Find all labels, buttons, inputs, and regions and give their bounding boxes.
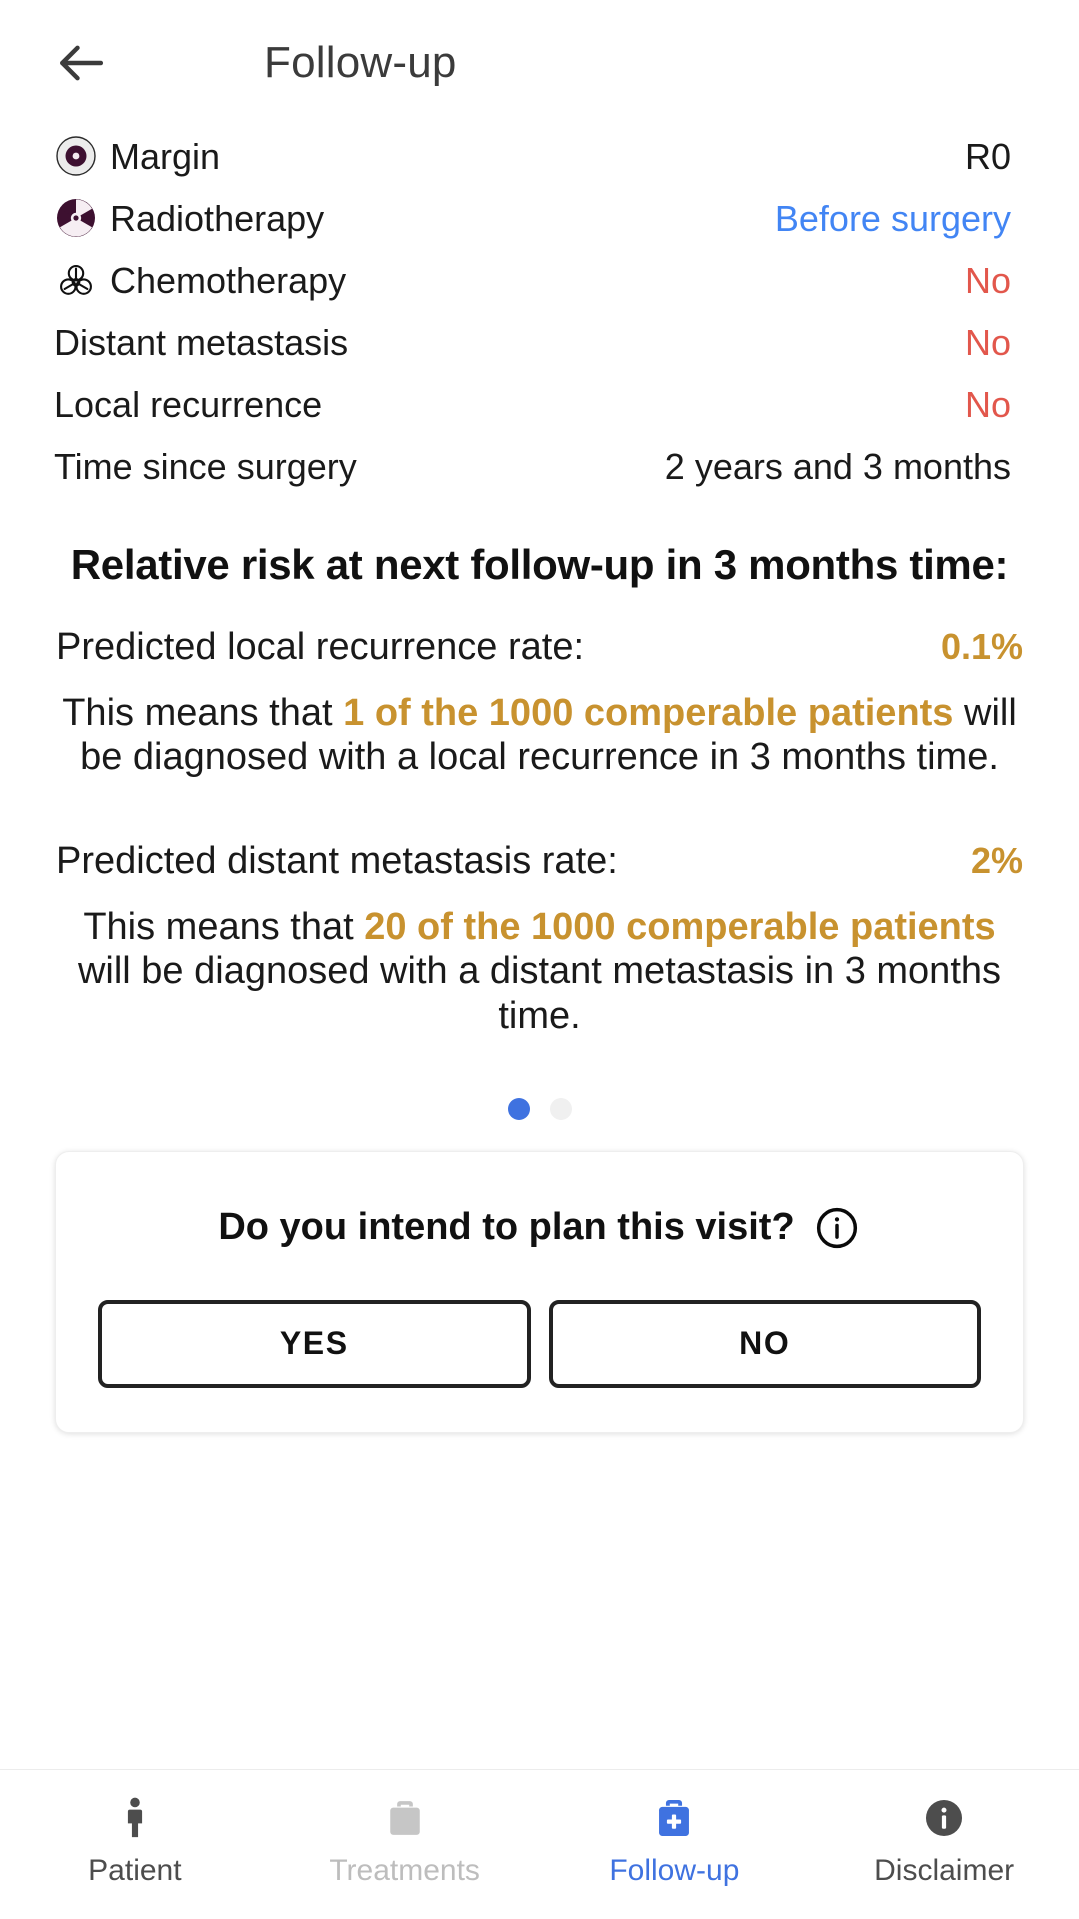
page-dot-2[interactable]	[549, 1097, 572, 1120]
nav-label: Patient	[88, 1854, 182, 1887]
info-row-time-since-surgery: Time since surgery 2 years and 3 months	[54, 435, 1011, 497]
nav-item-follow-up[interactable]: Follow-up	[540, 1792, 810, 1886]
explanation-highlight: 1 of the 1000 comperable patients	[343, 691, 954, 734]
briefcase-icon	[379, 1792, 431, 1844]
prediction-title: Predicted distant metastasis rate:	[56, 839, 618, 882]
prediction-explanation: This means that 1 of the 1000 comperable…	[56, 691, 1023, 780]
page-title: Follow-up	[264, 37, 457, 87]
info-circle-filled-icon	[918, 1792, 970, 1844]
bottom-navigation: Patient Treatments Follow-up Disclaimer	[0, 1769, 1079, 1919]
explanation-suffix: will be diagnosed with a distant metasta…	[77, 950, 1002, 1037]
no-button[interactable]: NO	[548, 1299, 981, 1388]
layout-spacer	[0, 1433, 1079, 1769]
nav-item-treatments[interactable]: Treatments	[270, 1792, 540, 1886]
info-value: No	[964, 321, 1011, 363]
plan-visit-question: Do you intend to plan this visit?	[218, 1206, 795, 1249]
page-indicator	[0, 1097, 1079, 1120]
prediction-explanation: This means that 20 of the 1000 comperabl…	[56, 905, 1023, 1038]
yes-button[interactable]: YES	[98, 1299, 531, 1388]
nav-label: Follow-up	[609, 1854, 740, 1887]
nav-label: Disclaimer	[874, 1854, 1015, 1887]
biohazard-icon	[54, 258, 98, 302]
plan-visit-question-row: Do you intend to plan this visit?	[98, 1204, 981, 1252]
nav-item-disclaimer[interactable]: Disclaimer	[809, 1792, 1079, 1886]
info-row-chemotherapy: Chemotherapy No	[54, 249, 1011, 311]
info-row-left: Time since surgery	[54, 444, 357, 489]
prediction-block-local-recurrence: Predicted local recurrence rate: 0.1% Th…	[0, 626, 1079, 780]
info-value: No	[964, 259, 1011, 301]
prediction-title: Predicted local recurrence rate:	[56, 625, 585, 668]
person-icon	[109, 1792, 161, 1844]
app-bar: Follow-up	[0, 0, 1079, 125]
medical-bag-icon	[648, 1792, 700, 1844]
nav-label: Treatments	[329, 1854, 480, 1887]
info-row-left: Radiotherapy	[54, 196, 324, 241]
info-row-left: Distant metastasis	[54, 320, 348, 365]
info-value: No	[964, 383, 1011, 425]
prediction-block-distant-metastasis: Predicted distant metastasis rate: 2% Th…	[0, 840, 1079, 1038]
info-label: Distant metastasis	[54, 321, 349, 363]
info-value: 2 years and 3 months	[664, 445, 1011, 487]
info-label: Radiotherapy	[110, 197, 325, 239]
info-label: Margin	[110, 135, 221, 177]
plan-visit-card: Do you intend to plan this visit? YES NO	[55, 1150, 1024, 1433]
info-row-distant-metastasis: Distant metastasis No	[54, 311, 1011, 373]
info-row-local-recurrence: Local recurrence No	[54, 373, 1011, 435]
target-margin-icon	[54, 134, 98, 178]
plan-visit-buttons: YES NO	[98, 1299, 981, 1388]
info-circle-icon[interactable]	[813, 1204, 861, 1252]
info-value: R0	[964, 135, 1011, 177]
info-row-left: Margin	[54, 134, 220, 179]
explanation-highlight: 20 of the 1000 comperable patients	[364, 905, 996, 948]
prediction-header: Predicted local recurrence rate: 0.1%	[56, 626, 1023, 669]
info-label: Time since surgery	[54, 445, 357, 487]
info-label: Local recurrence	[54, 383, 323, 425]
relative-risk-heading: Relative risk at next follow-up in 3 mon…	[70, 541, 1009, 588]
info-label: Chemotherapy	[110, 259, 347, 301]
info-row-left: Chemotherapy	[54, 258, 346, 303]
patient-summary-list: Margin R0 Radiotherapy Before surgery Ch…	[0, 125, 1079, 497]
prediction-rate-value: 2%	[970, 839, 1023, 881]
nav-item-patient[interactable]: Patient	[0, 1792, 270, 1886]
info-row-left: Local recurrence	[54, 382, 322, 427]
explanation-prefix: This means that	[83, 905, 365, 948]
info-row-margin: Margin R0	[54, 125, 1011, 187]
prediction-rate-value: 0.1%	[940, 625, 1023, 667]
page-dot-1[interactable]	[507, 1097, 530, 1120]
arrow-left-icon	[53, 35, 109, 91]
back-button[interactable]	[50, 32, 112, 94]
explanation-prefix: This means that	[62, 691, 344, 734]
info-value: Before surgery	[774, 197, 1011, 239]
info-row-radiotherapy: Radiotherapy Before surgery	[54, 187, 1011, 249]
radioactive-icon	[54, 196, 98, 240]
prediction-header: Predicted distant metastasis rate: 2%	[56, 840, 1023, 883]
app-screen: Follow-up Margin R0 Radiotherapy Before …	[0, 0, 1079, 1919]
